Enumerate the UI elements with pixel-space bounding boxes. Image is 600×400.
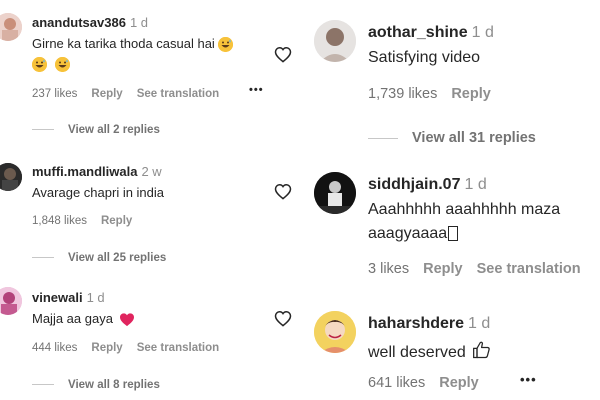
grinning-sweat-emoji-icon [32,57,47,73]
comment-username[interactable]: anandutsav386 1 d [32,15,148,30]
reply-button[interactable]: Reply [91,88,122,100]
avatar-image [314,172,356,214]
username-text[interactable]: muffi.mandliwala [32,164,137,179]
comment-username[interactable]: muffi.mandliwala 2 w [32,164,162,179]
avatar[interactable] [0,163,22,191]
likes-count[interactable]: 641 likes [368,375,425,391]
comment-time: 1 d [468,315,491,332]
comment-text: well deserved [368,340,492,362]
username-text[interactable]: vinewali [32,290,83,305]
comment-username[interactable]: haharshdere 1 d [368,315,490,333]
see-translation-button[interactable]: See translation [137,342,219,354]
replies-divider [32,257,54,259]
comment-body: Majja aa gaya [32,311,113,326]
avatar-image [0,163,22,191]
avatar[interactable] [314,20,356,62]
comment-time: 1 d [464,176,487,193]
comment-username[interactable]: siddhjain.07 1 d [368,176,487,194]
view-replies-button[interactable]: View all 25 replies [32,252,166,264]
comment-text: Majja aa gaya [32,311,135,327]
comment-body: well deserved [368,344,466,361]
username-text[interactable]: anandutsav386 [32,15,126,30]
reply-button[interactable]: Reply [451,86,491,102]
heart-outline-icon[interactable] [274,46,292,63]
comment-body-line2: aaagyaaaa [368,225,459,243]
comment-body: Avarage chapri in india [32,185,165,200]
comment-item: siddhjain.07 1 d Aaahhhhh aaahhhhh maza a… [302,160,600,305]
left-comments-panel: anandutsav386 1 d Girne ka tarika thoda c… [0,0,302,400]
replies-divider [368,137,398,139]
comment-body: Girne ka tarika thoda casual hai [32,36,215,51]
right-comments-panel: aothar_shine 1 d Satisfying video 1,739 l… [302,0,600,400]
grinning-sweat-emoji-icon [218,37,234,53]
avatar[interactable] [314,172,356,214]
view-replies-label[interactable]: View all 25 replies [68,252,166,264]
more-options-icon[interactable]: ••• [249,84,264,96]
comment-meta: 444 likes Reply See translation [32,342,233,354]
avatar[interactable] [314,311,356,353]
thumbs-up-emoji-icon [473,341,491,359]
comment-time: 1 d [471,24,494,41]
more-options-icon[interactable]: ••• [520,372,537,387]
comment-item: haharshdere 1 d well deserved 641 likes Re… [302,305,600,400]
view-replies-button[interactable]: View all 8 replies [32,379,160,391]
avatar[interactable] [0,287,22,315]
likes-count[interactable]: 1,848 likes [32,215,87,227]
likes-count[interactable]: 444 likes [32,342,77,354]
view-replies-label[interactable]: View all 2 replies [68,124,160,136]
username-text[interactable]: aothar_shine [368,24,468,41]
likes-count[interactable]: 1,739 likes [368,86,437,102]
comment-time: 2 w [141,164,162,179]
comment-item: anandutsav386 1 d Girne ka tarika thoda c… [0,0,302,150]
username-text[interactable]: siddhjain.07 [368,176,460,193]
comment-meta: 237 likes Reply See translation [32,88,233,100]
comment-meta: 1,739 likes Reply [368,86,505,102]
comment-meta: 3 likes Reply See translation [368,261,595,277]
reply-button[interactable]: Reply [101,215,132,227]
likes-count[interactable]: 3 likes [368,261,409,277]
comment-body-line2-text: aaagyaaaa [368,225,448,242]
reply-button[interactable]: Reply [439,375,479,391]
avatar[interactable] [0,13,22,41]
comment-text: Girne ka tarika thoda casual hai [32,36,234,53]
avatar-image [0,287,22,315]
reply-button[interactable]: Reply [91,342,122,354]
comment-item: aothar_shine 1 d Satisfying video 1,739 l… [302,0,600,160]
comment-body-line1: Aaahhhhh aaahhhhh maza [368,201,561,218]
view-replies-button[interactable]: View all 31 replies [368,130,536,146]
red-heart-emoji-icon [119,313,134,327]
replies-divider [32,129,54,131]
comment-item: vinewali 1 d Majja aa gaya 444 likes Reply… [0,275,302,400]
comment-meta: 641 likes Reply [368,375,493,391]
avatar-image [314,311,356,353]
comment-time: 1 d [129,15,149,30]
heart-outline-icon[interactable] [274,183,292,200]
grinning-sweat-emoji-icon [54,57,70,73]
view-replies-button[interactable]: View all 2 replies [32,124,160,136]
view-replies-label[interactable]: View all 8 replies [68,379,160,391]
comment-emoji-row [32,56,70,73]
username-text[interactable]: haharshdere [368,315,464,332]
comment-username[interactable]: vinewali 1 d [32,290,105,305]
comment-meta: 1,848 likes Reply [32,215,146,227]
comment-body: Satisfying video [368,49,481,66]
see-translation-button[interactable]: See translation [477,261,581,277]
reply-button[interactable]: Reply [423,261,463,277]
comment-item: muffi.mandliwala 2 w Avarage chapri in in… [0,150,302,275]
view-replies-label[interactable]: View all 31 replies [412,130,536,146]
avatar-image [314,20,356,62]
missing-glyph-icon [448,226,459,242]
heart-outline-icon[interactable] [274,310,292,327]
see-translation-button[interactable]: See translation [137,88,219,100]
comment-time: 1 d [86,290,105,305]
replies-divider [32,384,54,386]
comment-username[interactable]: aothar_shine 1 d [368,24,494,42]
likes-count[interactable]: 237 likes [32,88,77,100]
avatar-image [0,13,22,41]
